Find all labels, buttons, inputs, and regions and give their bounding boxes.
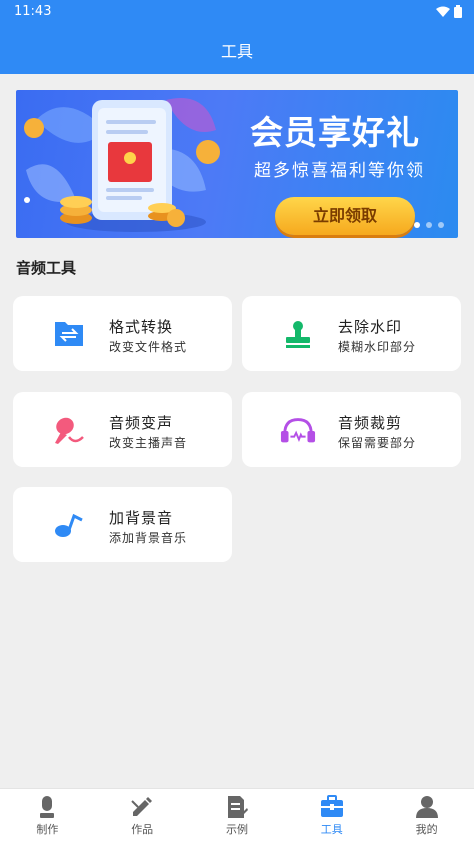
tab-label: 示例 (225, 823, 248, 836)
tool-title: 音频裁剪 (338, 414, 403, 432)
tool-title: 去除水印 (338, 318, 403, 336)
stamp-icon (280, 318, 316, 350)
tool-desc: 模糊水印部分 (338, 340, 417, 354)
bottom-tab-bar: 制作 作品 示例 工具 我的 (0, 788, 474, 844)
tab-label: 制作 (36, 823, 59, 836)
tool-card-audio-trim[interactable]: 音频裁剪 保留需要部分 (242, 392, 461, 467)
claim-now-button[interactable]: 立即领取 (275, 197, 415, 235)
tab-profile[interactable]: 我的 (379, 789, 474, 844)
banner-dot (426, 222, 432, 228)
tool-title: 音频变声 (109, 414, 174, 432)
microphone-icon (51, 414, 87, 446)
pencil-icon (131, 797, 153, 816)
banner-decor-dot (24, 197, 30, 203)
banner-illustration (24, 98, 220, 232)
music-note-icon (51, 509, 87, 541)
tool-card-remove-watermark[interactable]: 去除水印 模糊水印部分 (242, 296, 461, 371)
tool-desc: 添加背景音乐 (109, 531, 188, 545)
tool-card-format-convert[interactable]: 格式转换 改变文件格式 (13, 296, 232, 371)
document-icon (227, 796, 248, 818)
tool-desc: 改变文件格式 (109, 340, 188, 354)
page-title: 工具 (220, 42, 253, 61)
tool-title: 格式转换 (109, 318, 174, 336)
banner-subline: 超多惊喜福利等你领 (254, 161, 425, 181)
tab-create[interactable]: 制作 (0, 789, 95, 844)
banner-dot (414, 222, 420, 228)
battery-icon (454, 5, 462, 18)
user-icon (415, 796, 438, 818)
tab-label: 我的 (415, 823, 438, 836)
tool-desc: 改变主播声音 (109, 436, 188, 450)
app-bar: 工具 (0, 24, 474, 74)
banner-dot (438, 222, 444, 228)
section-title: 音频工具 (16, 259, 77, 277)
tool-card-voice-change[interactable]: 音频变声 改变主播声音 (13, 392, 232, 467)
tab-tools[interactable]: 工具 (284, 789, 379, 844)
headphones-icon (280, 414, 316, 446)
tool-card-background-music[interactable]: 加背景音 添加背景音乐 (13, 487, 232, 562)
microphone-icon (40, 796, 55, 818)
tab-label: 作品 (131, 823, 154, 836)
format-convert-icon (51, 318, 87, 350)
tool-title: 加背景音 (109, 509, 174, 527)
tool-desc: 保留需要部分 (338, 436, 417, 450)
wifi-icon (436, 6, 450, 17)
tab-label: 工具 (320, 823, 343, 836)
banner-headline: 会员享好礼 (250, 113, 420, 152)
status-icons (436, 5, 462, 18)
status-time: 11:43 (14, 4, 52, 19)
banner-pagination (414, 222, 444, 228)
toolbox-icon (320, 795, 343, 817)
promo-banner[interactable]: 会员享好礼 超多惊喜福利等你领 立即领取 (16, 90, 458, 238)
status-bar: 11:43 (0, 0, 474, 24)
tab-examples[interactable]: 示例 (190, 789, 285, 844)
tab-works[interactable]: 作品 (95, 789, 190, 844)
